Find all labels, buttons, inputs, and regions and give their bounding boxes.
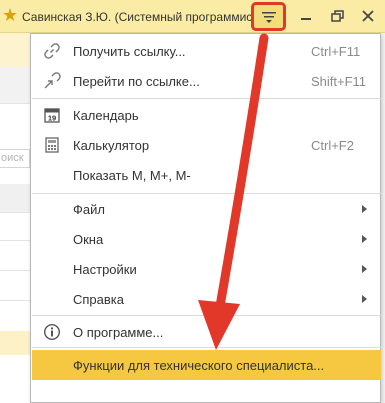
menu-item-label: Справка <box>73 292 124 307</box>
submenu-arrow-icon <box>362 235 367 243</box>
shortcut-label: Ctrl+F2 <box>311 138 354 153</box>
menu-item-settings[interactable]: Настройки <box>32 254 381 284</box>
background-right-edge <box>381 33 385 403</box>
menu-item-get-link[interactable]: Получить ссылку... Ctrl+F11 <box>32 36 381 66</box>
maximize-icon <box>331 10 344 22</box>
menu-item-tech-functions[interactable]: Функции для технического специалиста... <box>32 350 381 380</box>
minimize-button[interactable] <box>298 9 314 23</box>
shortcut-label: Shift+F11 <box>311 74 367 89</box>
divider <box>0 103 30 104</box>
main-menu-button[interactable] <box>251 2 286 31</box>
info-icon <box>43 323 61 341</box>
background-band <box>0 33 30 67</box>
calculator-icon <box>45 137 59 153</box>
menu-item-file[interactable]: Файл <box>32 194 381 224</box>
menu-item-label: Настройки <box>73 262 137 277</box>
background-search-field[interactable]: оиск <box>0 149 30 168</box>
shortcut-label: Ctrl+F11 <box>311 44 361 59</box>
menu-separator <box>32 347 381 348</box>
menu-item-label: Калькулятор <box>73 138 150 153</box>
title-bar: ★ Савинская З.Ю. (Системный программист) <box>0 0 385 33</box>
background-selected-row[interactable] <box>0 331 30 355</box>
menu-item-label: Окна <box>73 232 104 247</box>
menu-item-label: Файл <box>73 202 105 217</box>
submenu-arrow-icon <box>362 295 367 303</box>
menu-item-label: Календарь <box>73 108 139 123</box>
close-icon <box>362 10 374 22</box>
menu-item-windows[interactable]: Окна <box>32 224 381 254</box>
user-name: Савинская З.Ю. (Системный программист) <box>22 10 262 24</box>
divider <box>0 240 30 241</box>
menu-item-label: Получить ссылку... <box>73 44 186 59</box>
divider <box>0 270 30 271</box>
menu-item-show-m[interactable]: Показать M, M+, M- <box>32 160 381 190</box>
submenu-arrow-icon <box>362 265 367 273</box>
close-button[interactable] <box>360 9 376 23</box>
background-toolbar <box>0 67 30 103</box>
menu-item-label: О программе... <box>73 325 164 340</box>
submenu-arrow-icon <box>362 205 367 213</box>
divider <box>0 300 30 301</box>
menu-item-label: Перейти по ссылке... <box>73 74 200 89</box>
menu-item-help[interactable]: Справка <box>32 284 381 314</box>
menu-item-calculator[interactable]: Калькулятор Ctrl+F2 <box>32 130 381 160</box>
menu-separator <box>32 315 381 316</box>
menu-item-go-to-link[interactable]: Перейти по ссылке... Shift+F11 <box>32 66 381 96</box>
background-table-header <box>0 184 30 212</box>
menu-item-calendar[interactable]: 19 Календарь <box>32 100 381 130</box>
hamburger-menu-icon <box>262 12 276 23</box>
star-icon[interactable]: ★ <box>2 6 18 24</box>
calendar-icon: 19 <box>44 108 60 123</box>
menu-item-label: Показать M, M+, M- <box>73 168 191 183</box>
restore-button[interactable] <box>329 9 345 23</box>
main-menu-dropdown: Получить ссылку... Ctrl+F11 Перейти по с… <box>30 33 381 403</box>
divider <box>0 212 30 213</box>
menu-item-label: Функции для технического специалиста... <box>73 358 325 373</box>
link-arrow-icon <box>44 72 61 89</box>
menu-item-about[interactable]: О программе... <box>32 317 381 347</box>
calendar-day: 19 <box>48 114 56 123</box>
link-icon <box>44 43 60 59</box>
menu-separator <box>32 98 381 99</box>
minimize-icon <box>301 18 311 20</box>
